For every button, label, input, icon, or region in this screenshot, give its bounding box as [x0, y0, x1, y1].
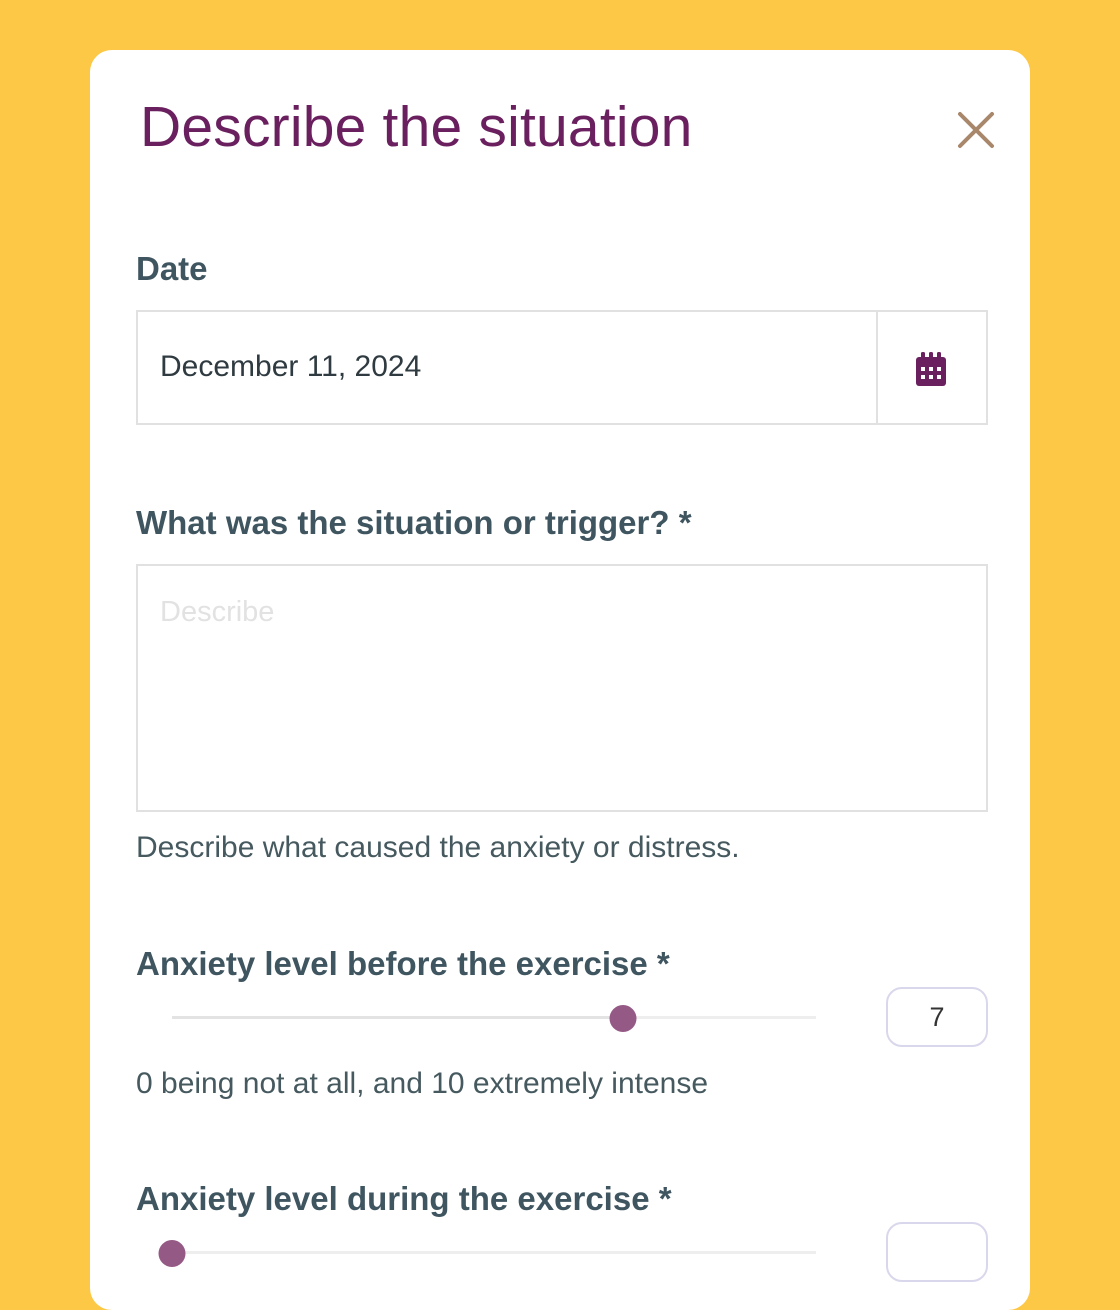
anxiety-during-value[interactable]	[886, 1222, 988, 1282]
situation-placeholder: Describe	[160, 596, 275, 628]
calendar-icon	[916, 352, 946, 386]
slider-track	[172, 1251, 816, 1254]
anxiety-during-slider[interactable]	[158, 1238, 816, 1268]
close-button[interactable]	[956, 110, 996, 150]
anxiety-before-help: 0 being not at all, and 10 extremely int…	[136, 1067, 709, 1100]
situation-help: Describe what caused the anxiety or dist…	[136, 831, 740, 864]
anxiety-before-slider[interactable]	[172, 1003, 816, 1033]
slider-fill	[172, 1016, 623, 1019]
date-field[interactable]: December 11, 2024	[136, 310, 988, 425]
situation-textarea[interactable]: Describe	[136, 564, 988, 812]
anxiety-before-value[interactable]: 7	[886, 987, 988, 1047]
date-value: December 11, 2024	[160, 350, 422, 383]
slider-thumb[interactable]	[609, 1005, 637, 1032]
calendar-button[interactable]	[876, 312, 986, 423]
situation-dialog: Describe the situation Date December 11,…	[90, 50, 1030, 1310]
dialog-title: Describe the situation	[140, 95, 693, 159]
date-label: Date	[136, 250, 208, 287]
anxiety-before-label: Anxiety level before the exercise *	[136, 945, 670, 982]
situation-label: What was the situation or trigger? *	[136, 504, 692, 541]
slider-thumb[interactable]	[158, 1240, 186, 1267]
close-icon	[958, 112, 994, 148]
anxiety-during-label: Anxiety level during the exercise *	[136, 1180, 672, 1217]
